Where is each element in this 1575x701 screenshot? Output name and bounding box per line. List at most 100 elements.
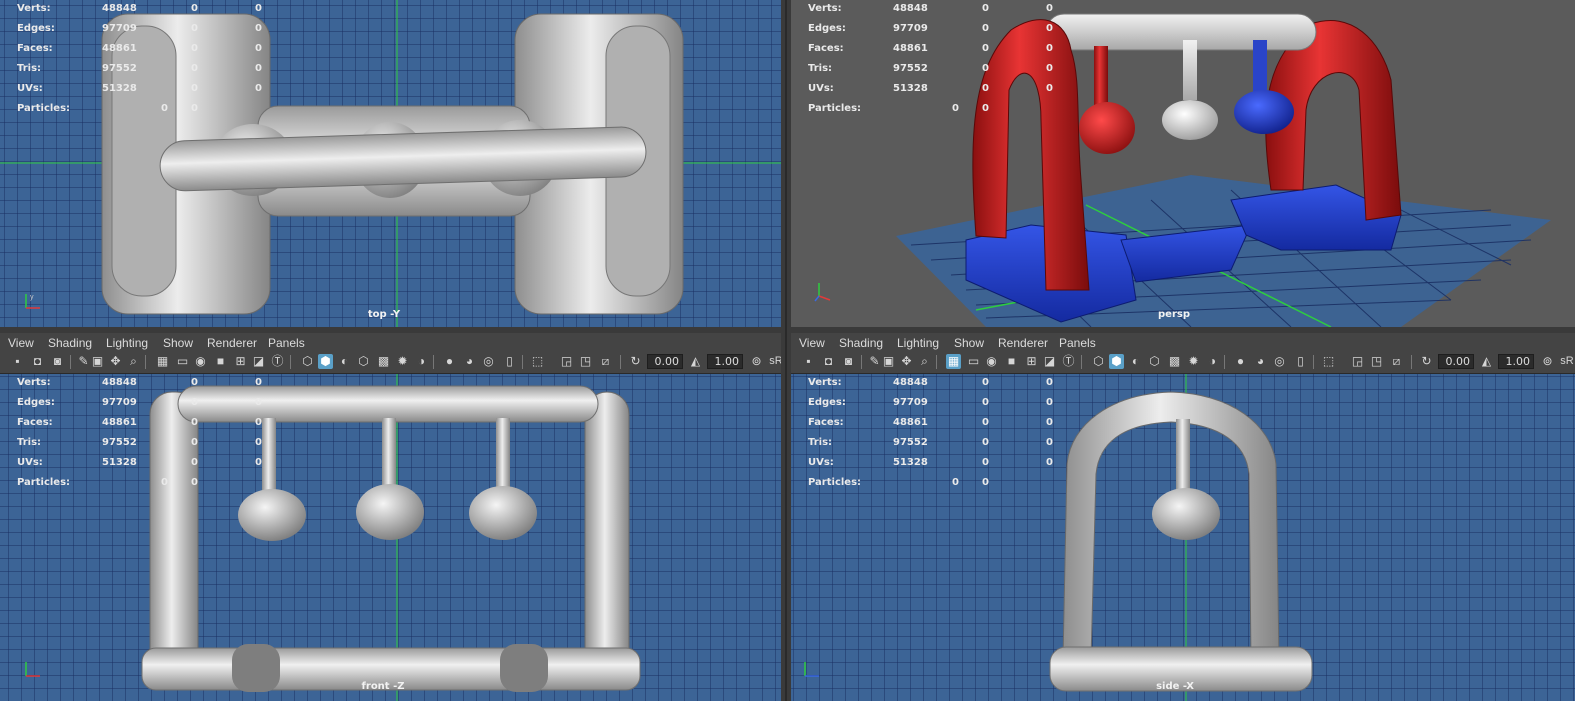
- gate-mask-icon[interactable]: ■: [1004, 354, 1019, 369]
- camera-icon[interactable]: ▪: [10, 354, 25, 369]
- safe-action-icon[interactable]: ◪: [251, 354, 266, 369]
- xray-active-icon[interactable]: ⧄: [598, 354, 613, 369]
- smooth-shade-icon[interactable]: ⬢: [1109, 354, 1124, 369]
- exposure-icon[interactable]: ↻: [628, 354, 643, 369]
- camera-label-top: top -Y: [367, 309, 401, 320]
- isolate-select-icon[interactable]: ⬚: [1321, 354, 1336, 369]
- horizontal-divider[interactable]: [0, 327, 1575, 333]
- camera-attr-icon[interactable]: ◘: [30, 354, 45, 369]
- xray-icon[interactable]: ◲: [559, 354, 574, 369]
- screen-ao-icon[interactable]: ●: [1233, 354, 1248, 369]
- color-management-icon[interactable]: ⊚: [749, 354, 764, 369]
- wireframe-on-shaded-icon[interactable]: ⬡: [1147, 354, 1162, 369]
- anti-alias-icon[interactable]: ◎: [1272, 354, 1287, 369]
- wireframe-icon[interactable]: ⬡: [1091, 354, 1106, 369]
- camera-attr-icon[interactable]: ◘: [821, 354, 836, 369]
- menu-renderer[interactable]: Renderer: [207, 336, 257, 350]
- gamma-field[interactable]: 1.00: [1498, 354, 1534, 369]
- axis-gizmo-icon: [814, 283, 831, 302]
- bookmark-icon[interactable]: ◙: [50, 354, 65, 369]
- menu-renderer[interactable]: Renderer: [998, 336, 1048, 350]
- axis-gizmo-icon: [25, 662, 40, 677]
- panel-menubar-front: View Shading Lighting Show Renderer Pane…: [0, 333, 785, 353]
- xray-icon[interactable]: ◲: [1350, 354, 1365, 369]
- default-material-icon[interactable]: ◐: [1128, 354, 1143, 369]
- viewport-persp[interactable]: Verts: 48848 0 0 Edges: 97709 0 0 Faces: 48861 0…: [791, 0, 1575, 327]
- camera-label-front: front -Z: [361, 681, 405, 692]
- lights-icon[interactable]: ✹: [395, 354, 410, 369]
- isolate-select-icon[interactable]: ⬚: [530, 354, 545, 369]
- gamma-icon[interactable]: ◭: [1479, 354, 1494, 369]
- axis-gizmo-icon: [804, 662, 819, 677]
- wireframe-icon[interactable]: ⬡: [300, 354, 315, 369]
- menu-show[interactable]: Show: [163, 336, 193, 350]
- image-plane-icon[interactable]: ▣: [881, 354, 896, 369]
- resolution-gate-icon[interactable]: ◉: [193, 354, 208, 369]
- panel-toolbar-side: ▪ ◘ ◙ ✎ ▣ ✥ ⌕ ▦ ▭ ◉ ■ ⊞ ◪ Ⓣ ⬡ ⬢ ◐ ⬡ ▩ ✹ …: [791, 351, 1575, 374]
- bookmark-icon[interactable]: ◙: [841, 354, 856, 369]
- color-management-icon[interactable]: ⊚: [1540, 354, 1555, 369]
- field-chart-icon[interactable]: ⊞: [233, 354, 248, 369]
- smooth-shade-icon[interactable]: ⬢: [318, 354, 333, 369]
- safe-action-icon[interactable]: ◪: [1042, 354, 1057, 369]
- gate-mask-icon[interactable]: ■: [213, 354, 228, 369]
- shadows-icon[interactable]: ◑: [1205, 354, 1220, 369]
- textured-icon[interactable]: ▩: [376, 354, 391, 369]
- motion-blur-icon[interactable]: ◕: [1253, 354, 1268, 369]
- gamma-field[interactable]: 1.00: [707, 354, 743, 369]
- safe-title-icon[interactable]: Ⓣ: [270, 354, 285, 369]
- depth-of-field-icon[interactable]: ▯: [1293, 354, 1308, 369]
- field-chart-icon[interactable]: ⊞: [1024, 354, 1039, 369]
- lights-icon[interactable]: ✹: [1186, 354, 1201, 369]
- menu-shading[interactable]: Shading: [48, 336, 92, 350]
- menu-show[interactable]: Show: [954, 336, 984, 350]
- screen-ao-icon[interactable]: ●: [442, 354, 457, 369]
- anti-alias-icon[interactable]: ◎: [481, 354, 496, 369]
- film-gate-icon[interactable]: ▭: [966, 354, 981, 369]
- viewport-top[interactable]: Verts: 48848 0 0 Edges: 97709 0 0 Faces: 48861 0…: [0, 0, 781, 327]
- menu-panels[interactable]: Panels: [1059, 336, 1096, 350]
- grid-icon[interactable]: ▦: [155, 354, 170, 369]
- lock-camera-icon[interactable]: ⌕: [917, 354, 932, 369]
- camera-label-side: side -X: [1156, 681, 1194, 692]
- menu-panels[interactable]: Panels: [268, 336, 305, 350]
- axis-gizmo-icon: y: [25, 294, 40, 309]
- safe-title-icon[interactable]: Ⓣ: [1061, 354, 1076, 369]
- film-gate-icon[interactable]: ▭: [175, 354, 190, 369]
- two-d-pan-icon[interactable]: ✥: [108, 354, 123, 369]
- camera-icon[interactable]: ▪: [801, 354, 816, 369]
- srgb-label[interactable]: sR: [1559, 354, 1575, 369]
- resolution-gate-icon[interactable]: ◉: [984, 354, 999, 369]
- viewport-front[interactable]: Verts: 48848 0 0 Edges: 97709 0 0 Faces: 48861 0…: [0, 374, 785, 701]
- exposure-field[interactable]: 0.00: [647, 354, 683, 369]
- menu-view[interactable]: View: [8, 336, 34, 350]
- depth-of-field-icon[interactable]: ▯: [502, 354, 517, 369]
- panel-menubar-side: View Shading Lighting Show Renderer Pane…: [791, 333, 1575, 353]
- motion-blur-icon[interactable]: ◕: [462, 354, 477, 369]
- menu-lighting[interactable]: Lighting: [106, 336, 148, 350]
- two-d-pan-icon[interactable]: ✥: [899, 354, 914, 369]
- menu-lighting[interactable]: Lighting: [897, 336, 939, 350]
- menu-shading[interactable]: Shading: [839, 336, 883, 350]
- exposure-field[interactable]: 0.00: [1438, 354, 1474, 369]
- image-plane-icon[interactable]: ▣: [90, 354, 105, 369]
- xray-joints-icon[interactable]: ◳: [1369, 354, 1384, 369]
- vertical-divider-line: [785, 0, 787, 701]
- xray-active-icon[interactable]: ⧄: [1389, 354, 1404, 369]
- svg-text:y: y: [30, 294, 34, 301]
- viewport-side[interactable]: Verts: 48848 0 0 Edges: 97709 0 0 Faces: 48861 0…: [791, 374, 1575, 701]
- xray-joints-icon[interactable]: ◳: [578, 354, 593, 369]
- menu-view[interactable]: View: [799, 336, 825, 350]
- shadows-icon[interactable]: ◑: [414, 354, 429, 369]
- default-material-icon[interactable]: ◐: [337, 354, 352, 369]
- camera-label-persp: persp: [1158, 309, 1190, 320]
- grease-pencil-icon[interactable]: ✎: [76, 354, 91, 369]
- panel-toolbar-front: ▪ ◘ ◙ ✎ ▣ ✥ ⌕ ▦ ▭ ◉ ■ ⊞ ◪ Ⓣ ⬡ ⬢ ◐ ⬡ ▩ ✹ …: [0, 351, 785, 374]
- lock-camera-icon[interactable]: ⌕: [126, 354, 141, 369]
- grease-pencil-icon[interactable]: ✎: [867, 354, 882, 369]
- wireframe-on-shaded-icon[interactable]: ⬡: [356, 354, 371, 369]
- textured-icon[interactable]: ▩: [1167, 354, 1182, 369]
- exposure-icon[interactable]: ↻: [1419, 354, 1434, 369]
- grid-icon[interactable]: ▦: [946, 354, 961, 369]
- gamma-icon[interactable]: ◭: [688, 354, 703, 369]
